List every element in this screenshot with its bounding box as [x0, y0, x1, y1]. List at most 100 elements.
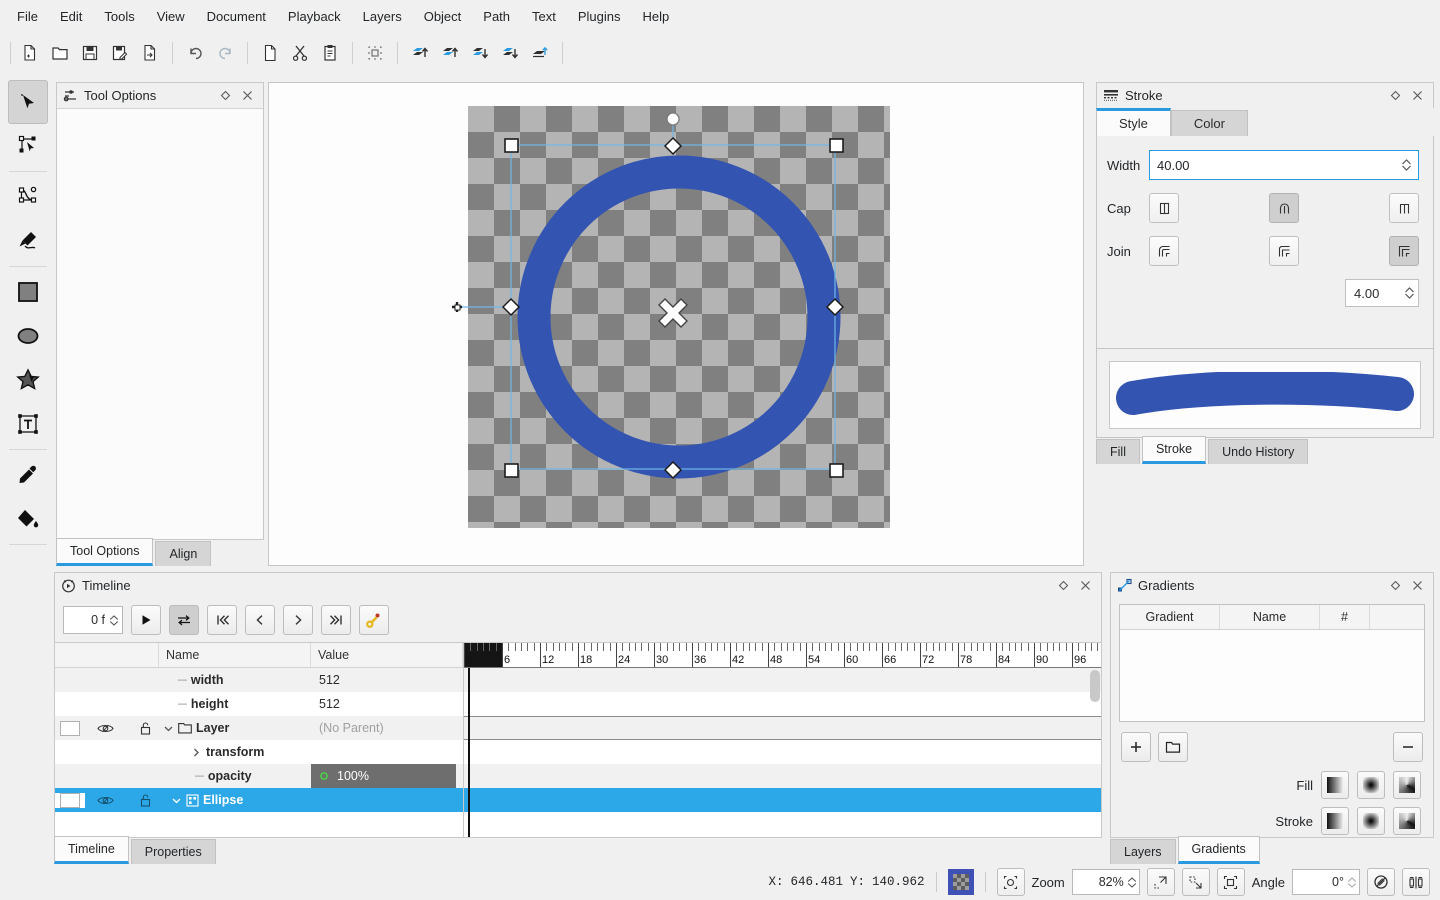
spinner-arrows-icon[interactable] — [1401, 158, 1414, 172]
table-row[interactable]: Layer (No Parent) — [55, 716, 463, 740]
tab-stroke[interactable]: Stroke — [1141, 436, 1207, 464]
close-icon[interactable] — [1411, 89, 1424, 102]
close-icon[interactable] — [1411, 579, 1424, 592]
menu-document[interactable]: Document — [196, 5, 277, 28]
layer-select-checkbox[interactable] — [55, 720, 85, 736]
table-row[interactable]: ─ opacity 100% — [55, 764, 463, 788]
timeline-vertical-scrollbar[interactable] — [1090, 670, 1100, 702]
menu-file[interactable]: File — [6, 5, 49, 28]
table-row[interactable]: Ellipse — [55, 788, 463, 812]
float-panel-icon[interactable] — [1057, 579, 1070, 592]
timeline-track-rows[interactable] — [464, 668, 1101, 837]
angle-field[interactable]: 0° — [1292, 869, 1360, 895]
group-icon[interactable] — [360, 38, 390, 68]
ellipse-tool[interactable] — [8, 314, 48, 358]
gradients-list[interactable] — [1120, 630, 1424, 721]
keyframe-indicator-icon[interactable] — [319, 771, 329, 781]
menu-path[interactable]: Path — [472, 5, 521, 28]
stroke-width-field[interactable] — [1149, 150, 1419, 180]
menu-plugins[interactable]: Plugins — [567, 5, 632, 28]
spinner-arrows-icon[interactable] — [1404, 286, 1415, 300]
track-row[interactable] — [464, 740, 1101, 764]
tab-properties[interactable]: Properties — [130, 839, 216, 864]
reset-view-button[interactable] — [1216, 868, 1245, 896]
fill-conic-gradient-button[interactable] — [1393, 771, 1421, 799]
stroke-width-input[interactable] — [1157, 157, 1401, 173]
save-icon[interactable] — [75, 38, 105, 68]
gradients-table[interactable]: Gradient Name # — [1119, 604, 1425, 722]
eyedropper-tool[interactable] — [8, 453, 48, 497]
table-row[interactable]: transform — [55, 740, 463, 764]
float-panel-icon[interactable] — [1389, 579, 1402, 592]
node-edit-tool[interactable] — [8, 124, 48, 168]
menu-edit[interactable]: Edit — [49, 5, 93, 28]
close-icon[interactable] — [1079, 579, 1092, 592]
spinner-arrows-icon[interactable] — [1344, 876, 1357, 889]
menu-playback[interactable]: Playback — [277, 5, 352, 28]
play-button[interactable] — [131, 605, 161, 635]
menu-text[interactable]: Text — [521, 5, 567, 28]
lock-toggle-icon[interactable] — [131, 721, 159, 735]
menu-view[interactable]: View — [146, 5, 196, 28]
fill-bucket-tool[interactable] — [8, 497, 48, 541]
pen-tool[interactable] — [8, 175, 48, 219]
open-document-icon[interactable] — [45, 38, 75, 68]
visibility-toggle-icon[interactable] — [85, 722, 131, 735]
paste-icon[interactable] — [315, 38, 345, 68]
tab-color[interactable]: Color — [1170, 110, 1248, 136]
prev-frame-button[interactable] — [245, 605, 275, 635]
spinner-arrows-icon[interactable] — [1124, 876, 1137, 889]
track-row[interactable] — [464, 716, 1101, 740]
export-icon[interactable] — [135, 38, 165, 68]
miter-limit-field[interactable]: 4.00 — [1345, 279, 1419, 307]
table-row[interactable]: ─ width 512 — [55, 668, 463, 692]
cap-round-button[interactable] — [1269, 193, 1299, 223]
tab-gradients[interactable]: Gradients — [1177, 836, 1260, 864]
timeline-ruler[interactable]: 06121824303642485460667278849096102 — [464, 643, 1101, 668]
tab-layers[interactable]: Layers — [1110, 839, 1176, 864]
chevron-right-icon[interactable] — [191, 747, 202, 758]
chevron-down-icon[interactable] — [171, 795, 182, 806]
opacity-value-pill[interactable]: 100% — [311, 764, 456, 788]
add-keyframe-button[interactable] — [359, 605, 389, 635]
track-row[interactable] — [464, 764, 1101, 788]
join-round-button[interactable] — [1149, 236, 1179, 266]
last-frame-button[interactable] — [321, 605, 351, 635]
raise-icon[interactable] — [435, 38, 465, 68]
stroke-conic-gradient-button[interactable] — [1393, 807, 1421, 835]
track-row[interactable] — [464, 788, 1101, 812]
text-tool[interactable] — [8, 402, 48, 446]
visibility-toggle-icon[interactable] — [85, 794, 131, 807]
star-tool[interactable] — [8, 358, 48, 402]
tab-tool-options[interactable]: Tool Options — [56, 538, 154, 566]
first-frame-button[interactable] — [207, 605, 237, 635]
menu-help[interactable]: Help — [632, 5, 681, 28]
tab-style[interactable]: Style — [1096, 108, 1171, 136]
menu-layers[interactable]: Layers — [352, 5, 413, 28]
fill-stroke-indicator[interactable] — [947, 869, 974, 895]
stroke-linear-gradient-button[interactable] — [1321, 807, 1349, 835]
close-icon[interactable] — [241, 89, 254, 102]
float-panel-icon[interactable] — [219, 89, 232, 102]
tab-undo-history[interactable]: Undo History — [1208, 439, 1309, 464]
fit-selection-button[interactable] — [1181, 868, 1210, 896]
lower-to-bottom-icon[interactable] — [495, 38, 525, 68]
current-frame-field[interactable]: 0 f — [63, 606, 123, 634]
remove-gradient-button[interactable] — [1393, 732, 1423, 762]
fill-radial-gradient-button[interactable] — [1357, 771, 1385, 799]
add-gradient-button[interactable] — [1121, 732, 1151, 762]
lower-icon[interactable] — [465, 38, 495, 68]
document-canvas[interactable] — [268, 82, 1084, 566]
fit-canvas-button[interactable] — [1146, 868, 1175, 896]
join-miter-button[interactable] — [1389, 236, 1419, 266]
raise-to-top-icon[interactable] — [405, 38, 435, 68]
load-gradient-button[interactable] — [1158, 732, 1188, 762]
undo-icon[interactable] — [180, 38, 210, 68]
save-as-icon[interactable] — [105, 38, 135, 68]
stroke-radial-gradient-button[interactable] — [1357, 807, 1385, 835]
next-frame-button[interactable] — [283, 605, 313, 635]
table-row[interactable]: ─ height 512 — [55, 692, 463, 716]
track-row[interactable] — [464, 692, 1101, 716]
tab-fill[interactable]: Fill — [1096, 439, 1140, 464]
zoom-to-selection-button[interactable] — [996, 868, 1025, 896]
